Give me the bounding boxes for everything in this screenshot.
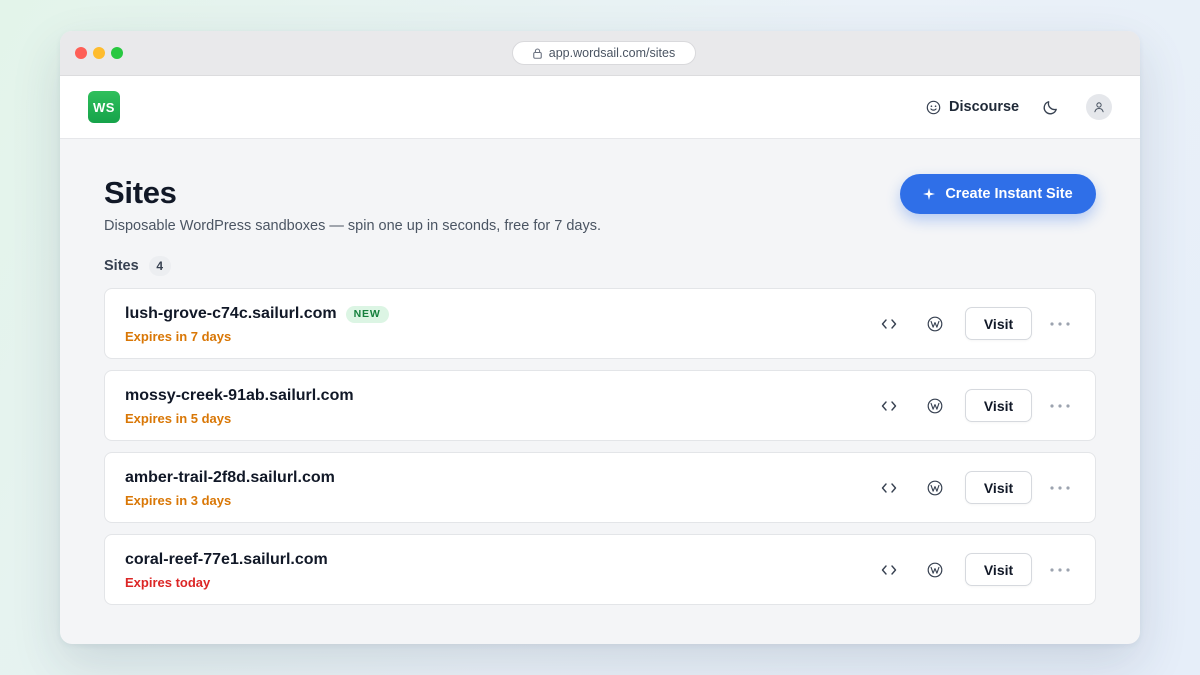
url-text: app.wordsail.com/sites xyxy=(548,46,676,60)
sites-section-label: Sites xyxy=(104,258,139,274)
address-bar[interactable]: app.wordsail.com/sites xyxy=(512,41,696,65)
more-horizontal-icon xyxy=(1050,486,1070,490)
expiry-status: Expires today xyxy=(125,575,211,590)
create-button-label: Create Instant Site xyxy=(945,186,1073,202)
site-name-row: coral-reef-77e1.sailurl.com xyxy=(125,551,328,569)
wordpress-icon xyxy=(927,480,943,496)
wordpress-admin-button[interactable] xyxy=(925,478,945,498)
code-button[interactable] xyxy=(879,396,899,416)
more-options-button[interactable] xyxy=(1048,478,1072,498)
code-icon xyxy=(881,564,897,576)
visit-button[interactable]: Visit xyxy=(965,389,1032,422)
moon-icon xyxy=(1042,98,1060,116)
expiry-status: Expires in 3 days xyxy=(125,493,232,508)
site-name[interactable]: mossy-creek-91ab.sailurl.com xyxy=(125,387,354,405)
app-header: WS Discourse xyxy=(60,76,1140,139)
browser-chrome: app.wordsail.com/sites xyxy=(60,31,1140,76)
site-name[interactable]: amber-trail-2f8d.sailurl.com xyxy=(125,469,335,487)
close-window-button[interactable] xyxy=(75,47,87,59)
create-instant-site-button[interactable]: Create Instant Site xyxy=(900,174,1096,214)
wordpress-admin-button[interactable] xyxy=(925,314,945,334)
more-horizontal-icon xyxy=(1050,322,1070,326)
browser-window: app.wordsail.com/sites WS Discourse Site… xyxy=(60,31,1140,644)
site-card: mossy-creek-91ab.sailurl.com Expires in … xyxy=(104,370,1096,441)
wordpress-icon xyxy=(927,316,943,332)
site-name-row: lush-grove-c74c.sailurl.com NEW xyxy=(125,305,389,323)
discourse-link[interactable]: Discourse xyxy=(926,96,1019,118)
lock-icon xyxy=(532,47,542,59)
site-card: coral-reef-77e1.sailurl.com Expires toda… xyxy=(104,534,1096,605)
sites-section-header: Sites 4 xyxy=(104,256,171,276)
app-logo[interactable]: WS xyxy=(88,91,120,123)
sites-count-badge: 4 xyxy=(148,256,171,276)
code-button[interactable] xyxy=(879,314,899,334)
site-name-row: mossy-creek-91ab.sailurl.com xyxy=(125,387,354,405)
code-icon xyxy=(881,400,897,412)
smiley-icon xyxy=(926,100,941,115)
wordpress-admin-button[interactable] xyxy=(925,396,945,416)
expiry-status: Expires in 7 days xyxy=(125,329,232,344)
more-horizontal-icon xyxy=(1050,404,1070,408)
logo-text: WS xyxy=(93,99,115,115)
sparkle-icon xyxy=(923,188,936,200)
visit-button[interactable]: Visit xyxy=(965,471,1032,504)
site-card: lush-grove-c74c.sailurl.com NEW Expires … xyxy=(104,288,1096,359)
code-button[interactable] xyxy=(879,478,899,498)
site-name-row: amber-trail-2f8d.sailurl.com xyxy=(125,469,335,487)
minimize-window-button[interactable] xyxy=(93,47,105,59)
site-name[interactable]: coral-reef-77e1.sailurl.com xyxy=(125,551,328,569)
page-title: Sites xyxy=(104,175,177,210)
code-icon xyxy=(881,318,897,330)
user-avatar-button[interactable] xyxy=(1086,94,1112,120)
code-icon xyxy=(881,482,897,494)
more-options-button[interactable] xyxy=(1048,314,1072,334)
more-options-button[interactable] xyxy=(1048,560,1072,580)
maximize-window-button[interactable] xyxy=(111,47,123,59)
discourse-label: Discourse xyxy=(949,99,1020,115)
more-horizontal-icon xyxy=(1050,568,1070,572)
theme-toggle-button[interactable] xyxy=(1040,96,1062,118)
wordpress-icon xyxy=(927,398,943,414)
wordpress-icon xyxy=(927,562,943,578)
site-card: amber-trail-2f8d.sailurl.com Expires in … xyxy=(104,452,1096,523)
wordpress-admin-button[interactable] xyxy=(925,560,945,580)
visit-button[interactable]: Visit xyxy=(965,307,1032,340)
expiry-status: Expires in 5 days xyxy=(125,411,232,426)
site-name[interactable]: lush-grove-c74c.sailurl.com xyxy=(125,305,337,323)
code-button[interactable] xyxy=(879,560,899,580)
visit-button[interactable]: Visit xyxy=(965,553,1032,586)
page-subtitle: Disposable WordPress sandboxes — spin on… xyxy=(104,218,602,234)
new-badge: NEW xyxy=(345,305,389,323)
user-icon xyxy=(1093,101,1105,113)
more-options-button[interactable] xyxy=(1048,396,1072,416)
